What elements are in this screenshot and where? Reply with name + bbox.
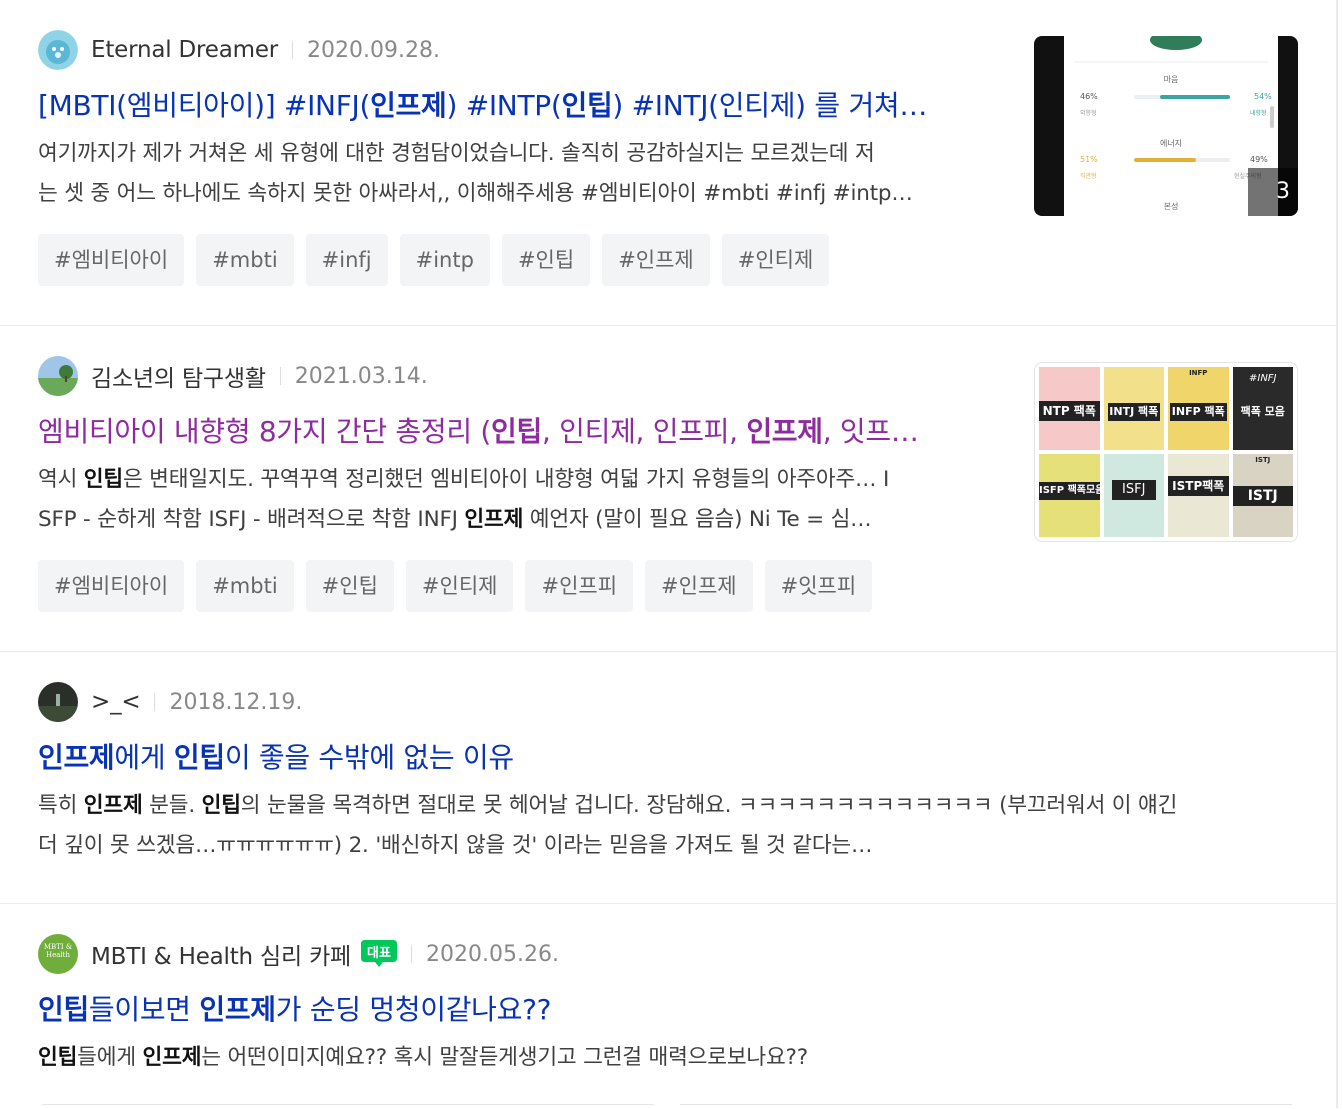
thumb-card-header: INFP bbox=[1189, 369, 1208, 377]
thumb-section-label: 본성 bbox=[1163, 202, 1179, 211]
result-thumbnail[interactable]: NTP 팩폭 INTJ 팩폭 INFP INFP 팩폭 #INFJ 팩폭 모음 … bbox=[1034, 362, 1298, 542]
result-meta: MBTI & Health MBTI & Health 심리 카페 대표 202… bbox=[38, 934, 559, 974]
meta-divider bbox=[411, 945, 412, 963]
thumb-card: ISTP팩폭 bbox=[1168, 454, 1229, 537]
result-thumbnail[interactable]: 마음 46% 54% 외향형 내향형 에너지 51% 49% 직관형 현실주의형… bbox=[1034, 36, 1298, 216]
thumb-percent: 51% bbox=[1080, 155, 1098, 164]
thumb-percent: 46% bbox=[1080, 92, 1098, 101]
thumb-label: 외향형 bbox=[1080, 110, 1097, 117]
search-result-1: Eternal Dreamer 2020.09.28. [MBTI(엠비티아이)… bbox=[0, 0, 1336, 326]
result-snippet: 여기까지가 제가 거쳐온 세 유형에 대한 경험담이었습니다. 솔직히 공감하실… bbox=[38, 134, 988, 214]
tag-chip[interactable]: #인티제 bbox=[721, 234, 830, 286]
thumb-label: 내향형 bbox=[1250, 110, 1267, 117]
post-date: 2020.05.26. bbox=[426, 941, 559, 967]
author-name[interactable]: MBTI & Health 심리 카페 bbox=[91, 937, 351, 971]
result-title-link[interactable]: 엠비티아이 내향형 8가지 간단 총정리 (인팁, 인티제, 인프피, 인프제,… bbox=[38, 414, 978, 450]
thumb-card: INTJ 팩폭 bbox=[1103, 367, 1164, 450]
tag-chip[interactable]: #잇프피 bbox=[764, 560, 873, 612]
meta-divider bbox=[279, 367, 281, 385]
thumb-section-label: 마음 bbox=[1163, 75, 1179, 84]
tag-chip[interactable]: #인팁 bbox=[305, 560, 394, 612]
result-snippet: 역시 인팁은 변태일지도. 꾸역꾸역 정리했던 엠비티아이 내향형 여덟 가지 … bbox=[38, 460, 988, 540]
thumb-card-header: ISTJ bbox=[1255, 456, 1271, 464]
image-count-badge: 3 bbox=[1248, 168, 1298, 216]
tag-chip[interactable]: #인프제 bbox=[645, 560, 753, 612]
thumb-card-label: 팩폭 모음 bbox=[1240, 405, 1285, 418]
author-name[interactable]: Eternal Dreamer bbox=[91, 37, 278, 63]
snippet-line-2: SFP - 순하게 착함 ISFJ - 배려적으로 착함 INFJ 인프제 예언… bbox=[38, 507, 872, 532]
thumb-label: 직관형 bbox=[1080, 173, 1097, 180]
tag-chip[interactable]: #인팁 bbox=[501, 234, 591, 286]
tag-chip[interactable]: #infj bbox=[305, 234, 388, 286]
result-meta: >_< 2018.12.19. bbox=[38, 682, 302, 722]
thumb-card: ISFP 팩폭모음 bbox=[1039, 454, 1100, 537]
thumb-card-label: NTP 팩폭 bbox=[1039, 401, 1100, 421]
author-avatar[interactable]: MBTI & Health bbox=[38, 934, 78, 974]
result-title-link[interactable]: 인팁들이보면 인프제가 순딩 멍청이같나요?? bbox=[38, 992, 1288, 1028]
thumb-card: ISFJ bbox=[1103, 454, 1164, 537]
thumb-percent: 49% bbox=[1250, 155, 1268, 164]
tag-chip[interactable]: #엠비티아이 bbox=[38, 560, 185, 612]
result-snippet: 특히 인프제 분들. 인팁의 눈물을 목격하면 절대로 못 헤어날 겁니다. 장… bbox=[38, 786, 1288, 866]
meta-divider bbox=[154, 693, 156, 711]
representative-badge: 대표 bbox=[361, 940, 397, 968]
avatar-text: MBTI & Health bbox=[43, 943, 73, 959]
thumbnail-screenshot: 마음 46% 54% 외향형 내향형 에너지 51% 49% 직관형 현실주의형… bbox=[1064, 36, 1278, 216]
author-name[interactable]: 김소년의 탐구생활 bbox=[91, 359, 266, 393]
post-date: 2021.03.14. bbox=[294, 363, 428, 389]
snippet-line-2: 더 깊이 못 쓰겠음…ㅠㅠㅠㅠㅠㅠ) 2. '배신하지 않을 것' 이라는 믿음… bbox=[38, 833, 873, 858]
tag-list: #엠비티아이 #mbti #infj #intp #인팁 #인프제 #인티제 bbox=[38, 234, 830, 286]
search-result-4: MBTI & Health MBTI & Health 심리 카페 대표 202… bbox=[0, 904, 1336, 1108]
thumb-section-label: 에너지 bbox=[1159, 139, 1183, 148]
result-meta: 김소년의 탐구생활 2021.03.14. bbox=[38, 356, 428, 396]
thumb-card: #INFJ 팩폭 모음 bbox=[1232, 367, 1293, 450]
next-item-top-edge bbox=[680, 1104, 1292, 1109]
tag-chip[interactable]: #인티제 bbox=[405, 560, 514, 612]
author-avatar[interactable] bbox=[38, 356, 78, 396]
thumb-card-label: ISTJ bbox=[1232, 486, 1293, 506]
tag-chip[interactable]: #인프제 bbox=[602, 234, 710, 286]
thumb-card-header: #INFJ bbox=[1248, 373, 1277, 384]
post-date: 2020.09.28. bbox=[307, 37, 441, 63]
thumb-card-label: INTJ 팩폭 bbox=[1107, 403, 1160, 421]
thumb-card: INFP INFP 팩폭 bbox=[1168, 367, 1229, 450]
next-item-top-edge bbox=[42, 1104, 654, 1109]
snippet-line-1: 특히 인프제 분들. 인팁의 눈물을 목격하면 절대로 못 헤어날 겁니다. 장… bbox=[38, 793, 1178, 818]
thumbnail-grid: NTP 팩폭 INTJ 팩폭 INFP INFP 팩폭 #INFJ 팩폭 모음 … bbox=[1035, 363, 1297, 541]
snippet-line-1: 역시 인팁은 변태일지도. 꾸역꾸역 정리했던 엠비티아이 내향형 여덟 가지 … bbox=[38, 467, 890, 492]
thumb-card: ISTJ ISTJ bbox=[1232, 454, 1293, 537]
tag-list: #엠비티아이 #mbti #인팁 #인티제 #인프피 #인프제 #잇프피 bbox=[38, 560, 873, 612]
thumb-card-label: ISFJ bbox=[1111, 480, 1156, 500]
thumb-percent: 54% bbox=[1254, 92, 1272, 101]
author-avatar[interactable] bbox=[38, 682, 78, 722]
tag-chip[interactable]: #intp bbox=[399, 234, 490, 286]
author-avatar[interactable] bbox=[38, 30, 78, 70]
badge-label: 대표 bbox=[367, 946, 391, 961]
result-title-link[interactable]: 인프제에게 인팁이 좋을 수밖에 없는 이유 bbox=[38, 740, 1288, 776]
result-snippet: 인팁들에게 인프제는 어떤이미지예요?? 혹시 말잘듣게생기고 그런걸 매력으로… bbox=[38, 1038, 1288, 1078]
search-result-2: 김소년의 탐구생활 2021.03.14. 엠비티아이 내향형 8가지 간단 총… bbox=[0, 326, 1336, 652]
thumb-card-label: ISTP팩폭 bbox=[1168, 476, 1229, 496]
meta-divider bbox=[292, 41, 294, 59]
result-meta: Eternal Dreamer 2020.09.28. bbox=[38, 30, 440, 70]
author-name[interactable]: >_< bbox=[91, 689, 141, 715]
snippet-line-2: 는 셋 중 어느 하나에도 속하지 못한 아싸라서,, 이해해주세용 #엠비티아… bbox=[38, 181, 913, 206]
result-title-link[interactable]: [MBTI(엠비티아이)] #INFJ(인프제) #INTP(인팁) #INTJ… bbox=[38, 88, 978, 124]
thumb-card-label: INFP 팩폭 bbox=[1170, 403, 1227, 421]
thumb-card: NTP 팩폭 bbox=[1039, 367, 1100, 450]
search-results-page: Eternal Dreamer 2020.09.28. [MBTI(엠비티아이)… bbox=[0, 0, 1338, 1108]
tag-chip[interactable]: #엠비티아이 bbox=[38, 234, 185, 286]
snippet-line-1: 여기까지가 제가 거쳐온 세 유형에 대한 경험담이었습니다. 솔직히 공감하실… bbox=[38, 141, 875, 166]
tag-chip[interactable]: #인프피 bbox=[525, 560, 634, 612]
thumb-card-label: ISFP 팩폭모음 bbox=[1039, 482, 1100, 500]
search-result-3: >_< 2018.12.19. 인프제에게 인팁이 좋을 수밖에 없는 이유 특… bbox=[0, 652, 1336, 904]
tag-chip[interactable]: #mbti bbox=[196, 234, 294, 286]
post-date: 2018.12.19. bbox=[169, 689, 303, 715]
tag-chip[interactable]: #mbti bbox=[196, 560, 294, 612]
snippet-line-1: 인팁들에게 인프제는 어떤이미지예요?? 혹시 말잘듣게생기고 그런걸 매력으로… bbox=[38, 1045, 808, 1070]
